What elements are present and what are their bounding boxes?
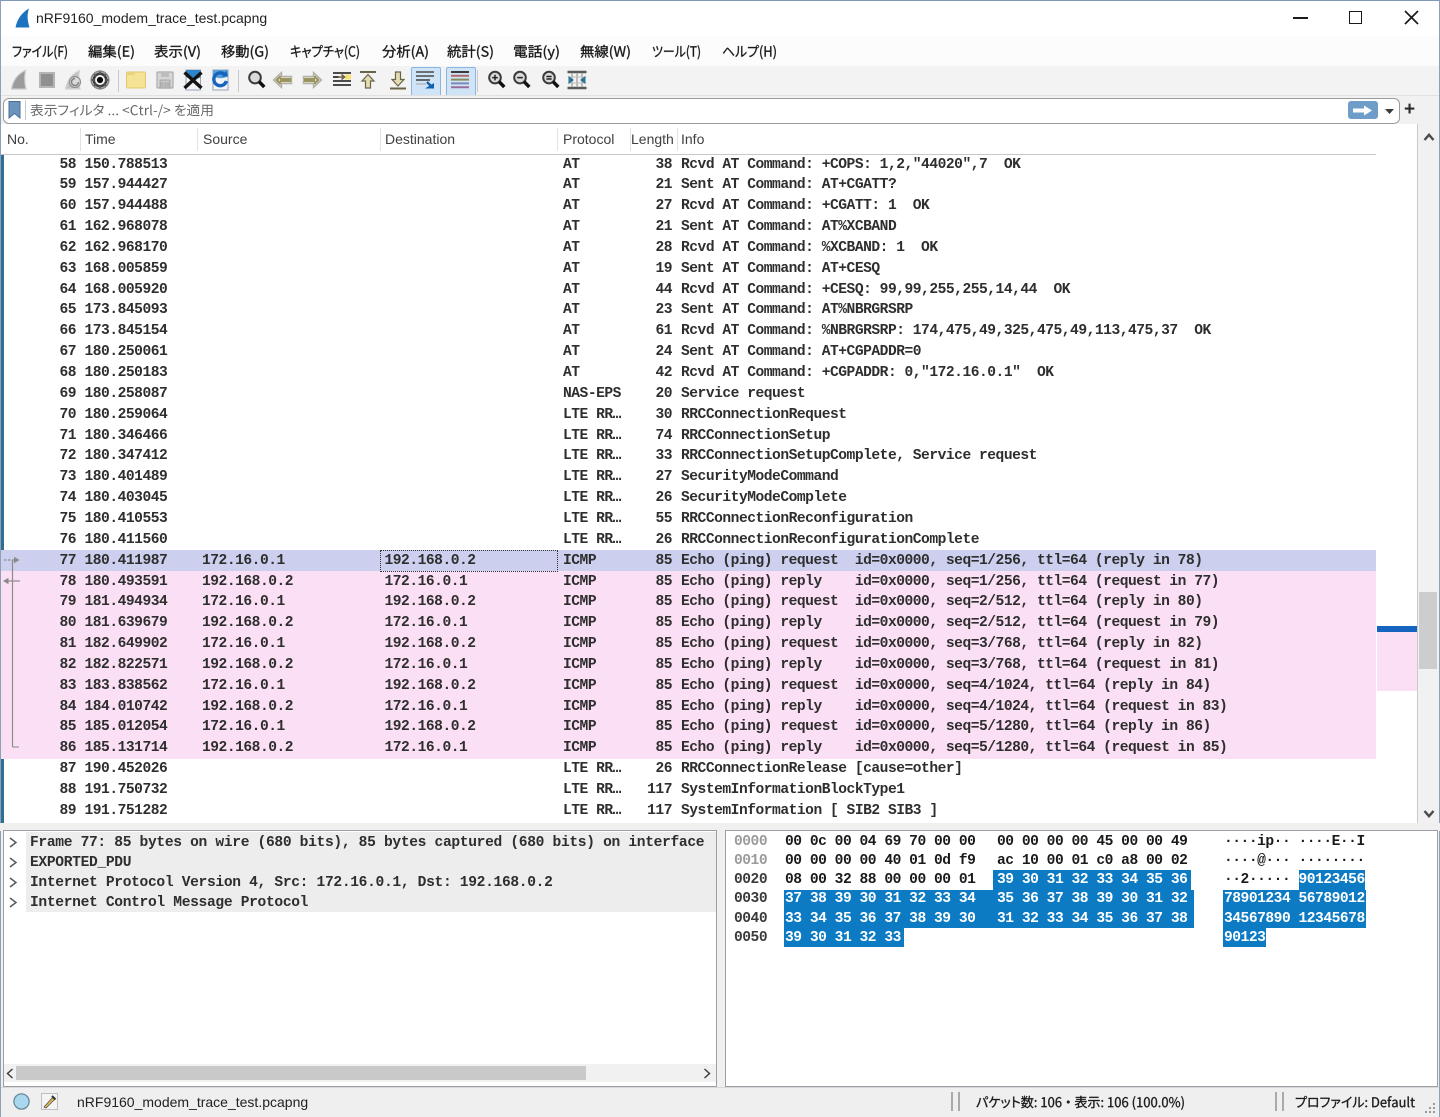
- svg-text:010: 010: [160, 83, 169, 89]
